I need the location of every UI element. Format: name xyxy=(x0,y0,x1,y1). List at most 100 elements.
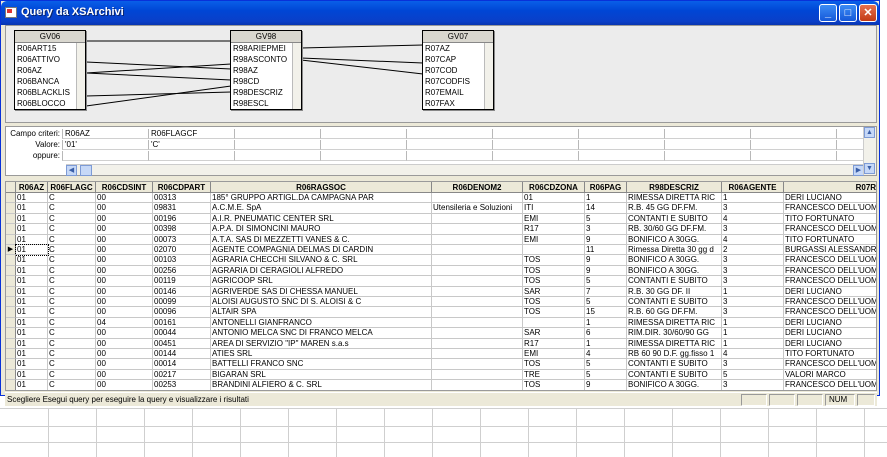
table-cell[interactable]: C xyxy=(48,203,96,214)
column-header[interactable]: R06AGENTE xyxy=(722,182,784,193)
table-cell[interactable]: 00 xyxy=(96,276,153,287)
row-selector[interactable] xyxy=(6,328,16,339)
table-cell[interactable]: 4 xyxy=(722,234,784,245)
table-caption[interactable]: GV06 xyxy=(15,31,85,43)
table-cell[interactable]: TOS xyxy=(523,276,585,287)
table-row[interactable]: 01 C 00 00398 A.P.A. DI SIMONCINI MAURO R17 3 R… xyxy=(6,224,876,235)
criteria-field-cell[interactable] xyxy=(836,129,864,139)
table-cell[interactable] xyxy=(432,297,523,308)
criteria-value-cell[interactable] xyxy=(234,140,320,150)
column-header[interactable]: R06RAGSOC xyxy=(211,182,432,193)
criteria-value-cell[interactable] xyxy=(320,140,406,150)
table-cell[interactable]: 3 xyxy=(722,224,784,235)
table-field[interactable]: R06ATTIVO xyxy=(15,54,85,65)
column-header[interactable]: R06DENOM2 xyxy=(432,182,523,193)
table-cell[interactable]: Rimessa Diretta 30 gg d xyxy=(627,245,722,256)
scroll-thumb[interactable] xyxy=(80,165,92,176)
table-cell[interactable]: A.I.R. PNEUMATIC CENTER SRL xyxy=(211,213,432,225)
criteria-field-cell[interactable] xyxy=(578,129,664,139)
table-field[interactable]: R98ASCONTO xyxy=(231,54,301,65)
table-cell[interactable]: C xyxy=(48,234,96,245)
column-header[interactable]: R06CDSINT xyxy=(96,182,153,193)
table-cell[interactable]: 9 xyxy=(585,234,627,245)
table-cell[interactable]: CONTANTI E SUBITO xyxy=(627,297,722,308)
table-field[interactable]: R06BANCA xyxy=(15,76,85,87)
table-cell[interactable]: C xyxy=(48,245,96,256)
scroll-left-icon[interactable]: ◀ xyxy=(66,165,77,176)
column-header[interactable]: R06CDZONA xyxy=(523,182,585,193)
row-selector[interactable] xyxy=(6,224,16,235)
table-cell[interactable]: R.B. 30 GG DF. II xyxy=(627,286,722,297)
table-field[interactable]: R07CAP xyxy=(423,54,493,65)
table-row[interactable]: 01 C 00 09831 A.C.M.E. SpA Utensileria e Solu… xyxy=(6,203,876,214)
table-cell[interactable] xyxy=(432,193,523,204)
table-row[interactable]: 01 C 00 00217 BIGARAN SRL TRE 5 CONTANTI E SUBI… xyxy=(6,369,876,381)
table-cell[interactable]: 5 xyxy=(585,359,627,370)
table-cell[interactable]: 01 xyxy=(16,224,48,235)
scroll-up-icon[interactable]: ▲ xyxy=(864,127,875,138)
table-cell[interactable]: BONIFICO A 30GG. xyxy=(627,265,722,277)
table-cell[interactable]: 00 xyxy=(96,328,153,339)
table-cell[interactable]: 00398 xyxy=(153,224,211,235)
table-cell[interactable]: 00119 xyxy=(153,276,211,287)
table-cell[interactable]: ALTAIR SPA xyxy=(211,307,432,318)
table-cell[interactable]: 01 xyxy=(16,338,48,349)
table-cell[interactable]: DERI LUCIANO xyxy=(784,328,876,339)
table-cell[interactable]: SAR xyxy=(523,286,585,297)
table-cell[interactable] xyxy=(523,317,585,329)
table-field[interactable]: R07FAX xyxy=(423,98,493,109)
table-cell[interactable] xyxy=(432,224,523,235)
table-cell[interactable]: CONTANTI E SUBITO xyxy=(627,276,722,287)
table-cell[interactable]: 00 xyxy=(96,224,153,235)
column-header[interactable]: R06FLAGC xyxy=(48,182,96,193)
table-cell[interactable]: 00 xyxy=(96,359,153,370)
table-cell[interactable]: 01 xyxy=(16,317,48,329)
table-cell[interactable]: 02070 xyxy=(153,245,211,256)
table-cell[interactable]: 00 xyxy=(96,203,153,214)
table-cell[interactable] xyxy=(432,328,523,339)
table-cell[interactable]: AGRIVERDE SAS DI CHESSA MANUEL xyxy=(211,286,432,297)
table-cell[interactable]: 00 xyxy=(96,297,153,308)
table-cell[interactable]: TITO FORTUNATO xyxy=(784,235,876,245)
criteria-value-cell[interactable] xyxy=(836,140,864,150)
table-cell[interactable]: C xyxy=(48,224,96,235)
table-cell[interactable]: 00 xyxy=(96,234,153,245)
table-row[interactable]: 01 C 00 00256 AGRARIA DI CERAGIOLI ALFREDO TO… xyxy=(6,265,876,277)
table-cell[interactable]: 00044 xyxy=(153,328,211,339)
table-cell[interactable]: RIMESSA DIRETTA RIC xyxy=(627,193,722,204)
table-cell[interactable]: 5 xyxy=(722,369,784,381)
criteria-vertical-scrollbar[interactable]: ▲ ▼ xyxy=(863,127,876,175)
row-selector[interactable] xyxy=(6,234,16,245)
table-cell[interactable]: BONIFICO A 30GG. xyxy=(627,234,722,245)
table-cell[interactable]: AGRARIA DI CERAGIOLI ALFREDO xyxy=(211,265,432,277)
criteria-value-cell[interactable] xyxy=(492,140,578,150)
table-cell[interactable]: 00 xyxy=(96,265,153,277)
criteria-or-cell[interactable] xyxy=(234,151,320,161)
table-cell[interactable]: 00099 xyxy=(153,297,211,308)
criteria-or-cell[interactable] xyxy=(406,151,492,161)
table-cell[interactable]: TOS xyxy=(523,297,585,308)
table-cell[interactable] xyxy=(432,276,523,287)
table-cell[interactable]: 185° GRUPPO ARTIGL.DA CAMPAGNA PAR xyxy=(211,193,432,204)
table-cell[interactable]: 01 xyxy=(16,265,48,277)
table-cell[interactable]: 00253 xyxy=(153,380,211,390)
table-cell[interactable]: 5 xyxy=(585,276,627,287)
table-scrollbar[interactable] xyxy=(76,43,85,109)
row-selector[interactable] xyxy=(6,193,16,204)
criteria-value-cell[interactable] xyxy=(664,140,750,150)
table-cell[interactable]: FRANCESCO DELL'UOMOBONO xyxy=(784,266,876,277)
table-cell[interactable]: Utensileria e Soluzioni xyxy=(432,203,523,214)
table-cell[interactable]: 00313 xyxy=(153,193,211,204)
table-cell[interactable]: 00103 xyxy=(153,255,211,266)
table-field[interactable]: R98AZ xyxy=(231,65,301,76)
table-cell[interactable]: TOS xyxy=(523,307,585,318)
table-cell[interactable]: 3 xyxy=(722,359,784,370)
table-cell[interactable]: DERI LUCIANO xyxy=(784,318,876,329)
table-cell[interactable]: 01 xyxy=(16,193,48,204)
table-cell[interactable]: 3 xyxy=(722,265,784,277)
table-row[interactable]: 01 C 00 00313 185° GRUPPO ARTIGL.DA CAMPAGNA… xyxy=(6,193,876,204)
criteria-field-cell[interactable] xyxy=(492,129,578,139)
table-cell[interactable]: 00161 xyxy=(153,317,211,329)
table-cell[interactable]: 01 xyxy=(15,243,49,257)
table-cell[interactable]: RB. 30/60 GG DF.FM. xyxy=(627,224,722,235)
